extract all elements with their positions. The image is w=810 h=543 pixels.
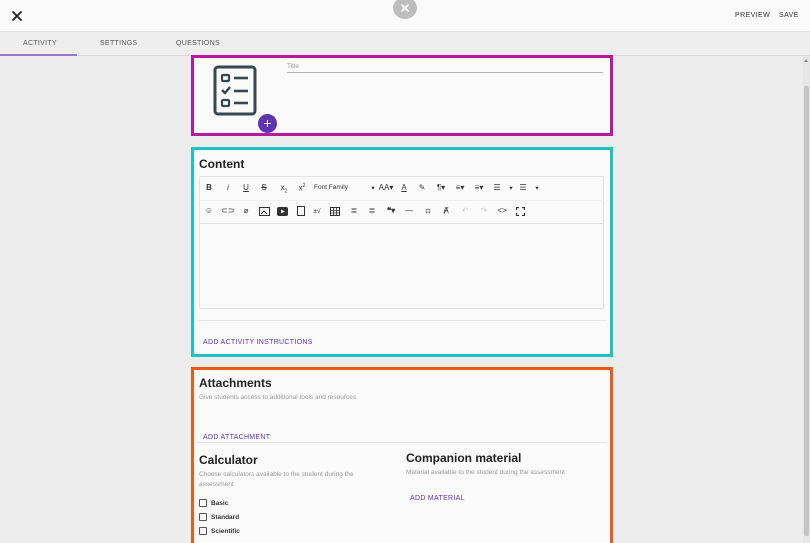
select-all-icon[interactable]: ⊡	[423, 207, 433, 217]
content-heading: Content	[199, 157, 245, 171]
ordered-list-icon[interactable]: ☰	[491, 183, 503, 193]
file-icon[interactable]	[297, 206, 305, 216]
scrollbar[interactable]	[803, 56, 810, 543]
calculator-description: Choose calculators available to the stud…	[199, 471, 354, 488]
text-color-icon[interactable]: A	[399, 183, 409, 193]
preview-button[interactable]: PREVIEW	[735, 12, 770, 19]
checkbox-basic[interactable]	[199, 499, 207, 507]
font-size-icon[interactable]: AA▾	[378, 183, 394, 193]
font-family-select[interactable]: Font Family	[314, 184, 348, 191]
companion-material-heading: Companion material	[406, 451, 522, 465]
tab-activity[interactable]: ACTIVITY	[23, 40, 57, 47]
italic-icon[interactable]: i	[223, 183, 233, 193]
title-input-underline	[287, 72, 603, 73]
calculator-heading: Calculator	[199, 453, 258, 467]
subscript-icon[interactable]: x2	[278, 183, 290, 197]
companion-material-description: Material available to the student during…	[406, 469, 565, 476]
rich-text-editor[interactable]	[199, 176, 604, 309]
toolbar-divider	[199, 223, 604, 224]
table-icon[interactable]	[330, 207, 340, 216]
quote-icon[interactable]: ❝▾	[384, 206, 398, 216]
add-attachment-button[interactable]: ADD ATTACHMENT	[203, 434, 270, 441]
close-icon[interactable]	[10, 9, 24, 23]
save-button[interactable]: SAVE	[779, 12, 799, 19]
attachment-icon[interactable]: ⌀	[240, 206, 252, 216]
attachments-description: Give students access to additional tools…	[199, 394, 357, 401]
checkbox-standard[interactable]	[199, 513, 207, 521]
paragraph-format-icon[interactable]: ¶▾	[434, 183, 448, 193]
tab-questions[interactable]: QUESTIONS	[176, 40, 220, 47]
strikethrough-icon[interactable]: S	[259, 183, 269, 193]
fullscreen-icon[interactable]	[516, 207, 525, 216]
checkbox-scientific[interactable]	[199, 527, 207, 535]
attachments-divider	[197, 442, 607, 443]
code-view-icon[interactable]: <>	[496, 206, 508, 216]
math-formula-icon[interactable]: ±√	[311, 207, 323, 217]
tab-settings[interactable]: SETTINGS	[100, 40, 137, 47]
image-icon[interactable]	[259, 207, 270, 216]
close-icon	[401, 4, 409, 12]
link-icon[interactable]: ⊂⊃	[221, 206, 234, 216]
indent-icon[interactable]: ≣	[366, 206, 378, 216]
title-input[interactable]: Title	[287, 63, 299, 70]
underline-icon[interactable]: U	[241, 183, 251, 193]
bold-icon[interactable]: B	[204, 183, 214, 193]
horizontal-line-icon[interactable]: —	[404, 206, 414, 216]
superscript-icon[interactable]: x2	[296, 181, 308, 194]
redo-icon[interactable]: ↷	[479, 206, 489, 216]
content-divider	[197, 320, 607, 321]
chevron-down-icon[interactable]: ▾	[533, 184, 541, 194]
align-icon[interactable]: ≡▾	[471, 183, 487, 193]
chevron-down-icon[interactable]: ▾	[369, 184, 377, 194]
outdent-icon[interactable]: ≣	[348, 206, 360, 216]
highlight-icon[interactable]: ✎	[417, 183, 427, 193]
emoticon-icon[interactable]: ☺	[203, 206, 215, 216]
unordered-list-icon[interactable]: ☰	[517, 183, 529, 193]
undo-icon[interactable]: ↶	[460, 206, 470, 216]
scroll-up-arrow-icon[interactable]	[804, 59, 808, 62]
checkbox-standard-label: Standard	[211, 514, 240, 521]
attachments-heading: Attachments	[199, 376, 272, 390]
chevron-down-icon[interactable]: ▾	[507, 184, 515, 194]
checkbox-basic-label: Basic	[211, 500, 229, 507]
tab-bar: ACTIVITY SETTINGS QUESTIONS	[0, 32, 810, 56]
checklist-icon	[213, 65, 257, 116]
add-image-button[interactable]: +	[258, 114, 277, 133]
scrollbar-thumb[interactable]	[804, 86, 809, 536]
video-icon[interactable]	[277, 207, 288, 216]
toolbar-divider	[199, 200, 604, 201]
add-activity-instructions-button[interactable]: ADD ACTIVITY INSTRUCTIONS	[203, 339, 313, 346]
floating-close-button[interactable]	[393, 0, 417, 19]
line-height-icon[interactable]: ≡▾	[452, 183, 468, 193]
checkbox-scientific-label: Scientific	[211, 528, 240, 535]
active-tab-indicator	[0, 54, 77, 56]
plus-icon: +	[263, 115, 272, 131]
add-material-button[interactable]: ADD MATERIAL	[410, 495, 465, 502]
clear-formatting-icon[interactable]: Ⱥ	[441, 206, 451, 216]
